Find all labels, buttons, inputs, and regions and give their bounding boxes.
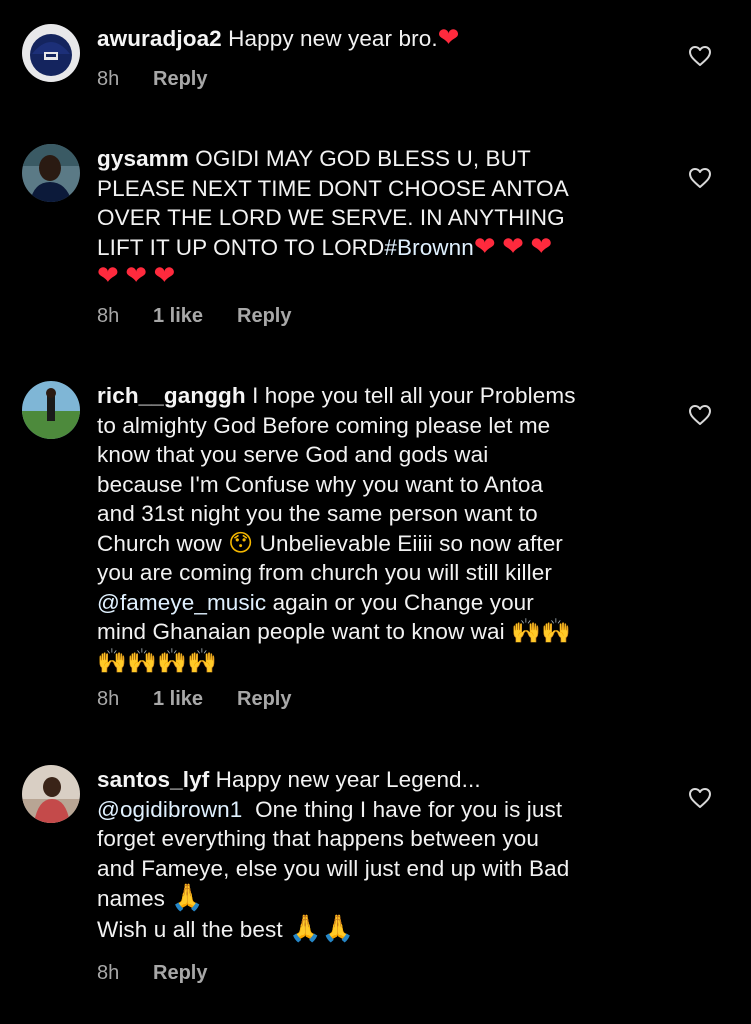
raised-hands-emoji: 🙌 (156, 647, 187, 675)
mention-link[interactable]: @fameye_music (97, 590, 266, 615)
timestamp: 8h (97, 688, 120, 710)
pray-emoji: 🙏 (289, 912, 322, 943)
avatar[interactable] (22, 24, 80, 82)
timestamp: 8h (97, 305, 120, 327)
heart-emoji: ❤ (153, 260, 176, 290)
comment-line: and 31st night you the same person want … (97, 501, 538, 526)
heart-outline-icon[interactable] (688, 787, 712, 809)
timestamp: 8h (97, 962, 120, 984)
comment-meta: 8h Reply (97, 68, 207, 91)
comment-line: Church wow (97, 530, 222, 556)
comment-line: know that you serve God and gods wai (97, 442, 489, 467)
comment-line: mind Ghanaian people want to know wai (97, 619, 505, 644)
comment-meta: 8h 1 like Reply (97, 305, 291, 328)
hushed-face-emoji: 😯 (228, 529, 254, 557)
comment-text: rich__ganggh I hope you tell all your Pr… (97, 381, 657, 676)
comment-line: LIFT IT UP ONTO TO LORD (97, 234, 385, 260)
comment-line: again or you Change your (272, 589, 534, 615)
comment-line: PLEASE NEXT TIME DONT CHOOSE ANTOA (97, 175, 569, 201)
raised-hands-emoji: 🙌 (186, 647, 217, 675)
hashtag-link[interactable]: #Brownn (384, 235, 474, 260)
like-count[interactable]: 1 like (153, 305, 237, 328)
avatar[interactable] (22, 381, 80, 439)
heart-emoji: ❤ (473, 230, 496, 261)
username[interactable]: awuradjoa2 (97, 26, 222, 51)
comment-text: gysamm OGIDI MAY GOD BLESS U, BUT PLEASE… (97, 144, 657, 292)
heart-outline-icon[interactable] (688, 404, 712, 426)
heart-emoji: ❤ (437, 22, 460, 52)
raised-hands-emoji: 🙌 (97, 647, 127, 675)
comment-line: you are coming from church you will stil… (97, 560, 552, 585)
pray-emoji: 🙏 (171, 882, 204, 912)
avatar[interactable] (22, 765, 80, 823)
heart-emoji: ❤ (97, 260, 119, 290)
username[interactable]: santos_lyf (97, 767, 209, 792)
heart-emoji: ❤ (502, 230, 525, 261)
comment-line: forget everything that happens between y… (97, 826, 540, 851)
pray-emoji: 🙏 (321, 912, 355, 943)
heart-emoji: ❤ (530, 230, 553, 261)
comment-line: because I'm Confuse why you want to Anto… (97, 471, 544, 497)
comment-line: and Fameye, else you will just end up wi… (97, 855, 570, 881)
raised-hands-emoji: 🙌 (541, 618, 572, 645)
comment-line: Unbelievable Eiiii so now after (259, 530, 563, 556)
comment-line: I hope you tell all your Problems (252, 383, 576, 408)
comment-line: to almighty God Before coming please let… (97, 412, 551, 438)
reply-button[interactable]: Reply (237, 688, 291, 711)
mention-link[interactable]: @ogidibrown1 (97, 797, 242, 822)
comment-line: OGIDI MAY GOD BLESS U, BUT (195, 146, 531, 171)
raised-hands-emoji: 🙌 (511, 618, 542, 645)
comment-line: OVER THE LORD WE SERVE. IN ANYTHING (97, 205, 565, 230)
reply-button[interactable]: Reply (153, 962, 207, 985)
comment-text: santos_lyf Happy new year Legend... @ogi… (97, 765, 657, 944)
comment-text: awuradjoa2 Happy new year bro.❤ (97, 24, 657, 54)
heart-outline-icon[interactable] (688, 45, 712, 67)
comment-body: Happy new year bro. (228, 26, 438, 51)
reply-button[interactable]: Reply (153, 68, 207, 91)
reply-button[interactable]: Reply (237, 305, 291, 328)
comment-line: One thing I have for you is just (255, 796, 563, 822)
timestamp: 8h (97, 68, 120, 90)
like-count[interactable]: 1 like (153, 688, 237, 711)
heart-emoji: ❤ (125, 260, 148, 290)
comment-line: Happy new year Legend... (215, 767, 481, 792)
comment-meta: 8h 1 like Reply (97, 688, 291, 711)
username[interactable]: rich__ganggh (97, 383, 246, 408)
raised-hands-emoji: 🙌 (126, 647, 157, 675)
comment-line: names (97, 886, 166, 911)
comment-line: Wish u all the best (97, 916, 283, 942)
comment-meta: 8h Reply (97, 962, 207, 985)
username[interactable]: gysamm (97, 146, 189, 171)
heart-outline-icon[interactable] (688, 167, 712, 189)
avatar[interactable] (22, 144, 80, 202)
